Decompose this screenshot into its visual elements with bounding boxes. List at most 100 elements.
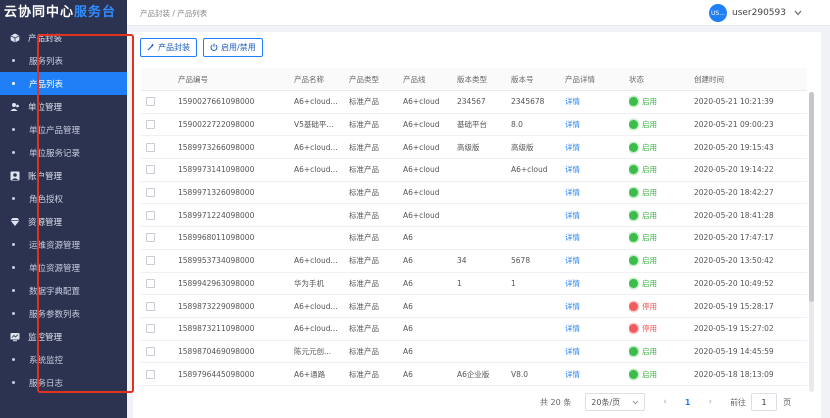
row-checkbox[interactable]	[146, 301, 155, 311]
cell-detail[interactable]: 详情	[565, 341, 580, 363]
cell-detail[interactable]: 详情	[565, 182, 580, 204]
cell-detail[interactable]: 详情	[565, 295, 580, 317]
row-checkbox[interactable]	[146, 346, 155, 356]
table-row[interactable]: 1590022722098000 V5基础平... 标准产品 A6+cloud 基础平台…	[141, 114, 807, 137]
cell-product-type: 标准产品	[349, 324, 379, 334]
cell-detail[interactable]: 详情	[565, 114, 580, 136]
next-page-button[interactable]: ›	[708, 397, 712, 407]
status-enabled-icon	[629, 120, 638, 130]
sidebar-menu: 产品封装 服务列表 产品列表 单位管理 单位产品管理 单位服务记录账户管理角色授权 资源管理…	[0, 26, 127, 394]
cell-created-time: 2020-05-20 18:42:27	[694, 188, 774, 198]
table-row[interactable]: 1589942963098000 华为手机 标准产品 A6 1 1 详情 启用 2020-05-…	[141, 273, 807, 296]
row-checkbox[interactable]	[146, 278, 155, 288]
sidebar-group-0[interactable]: 产品封装	[0, 26, 127, 49]
sidebar-item-9[interactable]: 运维资源管理	[0, 233, 127, 256]
goto-page-input[interactable]: 1	[751, 393, 778, 411]
sidebar-item-2[interactable]: 产品列表	[0, 72, 127, 95]
status-text: 启用	[642, 369, 657, 379]
page-size-select[interactable]: 20条/页	[585, 393, 646, 411]
table-row[interactable]: 1589973266098000 A6+cloud... 标准产品 A6+cloud 高…	[141, 136, 807, 160]
sidebar-item-10[interactable]: 单位资源管理	[0, 256, 127, 279]
cell-detail[interactable]: 详情	[565, 318, 580, 340]
goto-label: 前往	[730, 397, 747, 407]
row-checkbox[interactable]	[146, 165, 155, 175]
row-checkbox[interactable]	[146, 256, 155, 266]
package-product-button[interactable]: 产品封装	[140, 38, 197, 57]
status-text: 启用	[642, 188, 657, 198]
cell-product-type: 标准产品	[349, 165, 379, 175]
cell-version-type: A6企业版	[457, 369, 490, 379]
sidebar-group-3[interactable]: 单位管理	[0, 95, 127, 118]
avatar[interactable]: US...	[709, 4, 727, 22]
sidebar-item-12[interactable]: 服务参数列表	[0, 302, 127, 325]
status-text: 启用	[642, 278, 657, 288]
cell-detail[interactable]: 详情	[565, 227, 580, 249]
page-size-value: 20条/页	[591, 397, 621, 407]
cell-product-line: A6	[403, 346, 413, 356]
username[interactable]: user290593	[732, 8, 786, 18]
monitor-icon	[10, 332, 20, 342]
cell-detail[interactable]: 详情	[565, 273, 580, 295]
row-checkbox[interactable]	[146, 210, 155, 220]
row-checkbox-cell	[146, 273, 155, 295]
row-checkbox[interactable]	[146, 233, 155, 243]
cell-product-name: 陈元元创...	[294, 346, 332, 356]
cell-product-type: 标准产品	[349, 142, 379, 152]
table-row[interactable]: 1589870469098000 陈元元创... 标准产品 A6 详情 启用 2020-05…	[141, 341, 807, 364]
sidebar-item-4[interactable]: 单位产品管理	[0, 118, 127, 141]
sidebar-group-13[interactable]: 监控管理	[0, 325, 127, 348]
user-menu[interactable]: US... user290593	[709, 4, 802, 22]
row-checkbox[interactable]	[146, 369, 155, 379]
row-checkbox[interactable]	[146, 142, 155, 152]
table-row[interactable]: 1589796445098000 A6+通路 标准产品 A6 A6企业版 V8.0 详情 启用…	[141, 363, 807, 386]
table-row[interactable]: 1589873229098000 A6+cloud... 标准产品 A6 详情 停用 202…	[141, 295, 807, 318]
bullet-icon	[12, 358, 15, 361]
status-text: 启用	[642, 346, 657, 356]
table-row[interactable]: 1589971326098000 标准产品 A6+cloud 详情 启用 2020-05-…	[141, 182, 807, 205]
sidebar-label: 账户管理	[28, 171, 63, 182]
prev-page-button[interactable]: ‹	[663, 397, 667, 407]
cell-detail[interactable]: 详情	[565, 136, 580, 158]
column-header-product-type: 产品类型	[349, 74, 379, 84]
table-row[interactable]: 1589873211098000 A6+cloud... 标准产品 A6 详情 停用 202…	[141, 318, 807, 341]
row-checkbox[interactable]	[146, 97, 155, 107]
scrollbar-thumb[interactable]	[809, 92, 814, 302]
table-row[interactable]: 1589971224098000 标准产品 A6+cloud 详情 启用 2020-05-…	[141, 204, 807, 228]
chevron-down-icon[interactable]	[794, 9, 802, 18]
cell-created-time: 2020-05-21 10:21:39	[694, 97, 774, 107]
cell-detail[interactable]: 详情	[565, 159, 580, 181]
cell-product-line: A6	[403, 324, 413, 334]
row-checkbox[interactable]	[146, 120, 155, 130]
table-scrollbar[interactable]	[809, 92, 814, 392]
cell-product-type: 标准产品	[349, 346, 379, 356]
cell-detail[interactable]: 详情	[565, 363, 580, 385]
sidebar-item-15[interactable]: 服务日志	[0, 371, 127, 394]
sidebar-item-7[interactable]: 角色授权	[0, 187, 127, 210]
sidebar-item-14[interactable]: 系统监控	[0, 348, 127, 371]
cell-status: 启用	[629, 159, 657, 181]
cell-product-id: 1589971224098000	[178, 210, 255, 220]
status-text: 启用	[642, 210, 657, 220]
table-row[interactable]: 1589953734098000 A6+cloud... 标准产品 A6 34 5678 详…	[141, 250, 807, 273]
column-header-created-time: 创建时间	[694, 74, 724, 84]
sidebar-item-1[interactable]: 服务列表	[0, 49, 127, 72]
status-enabled-icon	[629, 188, 638, 198]
sidebar-item-11[interactable]: 数据字典配置	[0, 279, 127, 302]
row-checkbox[interactable]	[146, 188, 155, 198]
sidebar-group-8[interactable]: 资源管理	[0, 210, 127, 233]
toggle-enable-button[interactable]: 启用/禁用	[203, 38, 263, 57]
cell-detail[interactable]: 详情	[565, 250, 580, 272]
cell-detail[interactable]: 详情	[565, 204, 580, 226]
cell-product-line: A6+cloud	[403, 165, 440, 175]
table-row[interactable]: 1590027661098000 A6+cloud... 标准产品 A6+cloud 2…	[141, 91, 807, 114]
cell-product-id: 1589942963098000	[178, 278, 255, 288]
sidebar-item-5[interactable]: 单位服务记录	[0, 141, 127, 164]
page-number-button[interactable]: 1	[685, 398, 691, 407]
table-row[interactable]: 1589968011098000 标准产品 A6 详情 启用 2020-05-20 17:…	[141, 227, 807, 250]
table-row[interactable]: 1589973141098000 A6+cloud... 标准产品 A6+cloud A…	[141, 159, 807, 182]
row-checkbox[interactable]	[146, 324, 155, 334]
row-checkbox-cell	[146, 204, 155, 226]
bullet-icon	[12, 59, 15, 62]
sidebar-group-6[interactable]: 账户管理	[0, 164, 127, 187]
cell-detail[interactable]: 详情	[565, 91, 580, 113]
